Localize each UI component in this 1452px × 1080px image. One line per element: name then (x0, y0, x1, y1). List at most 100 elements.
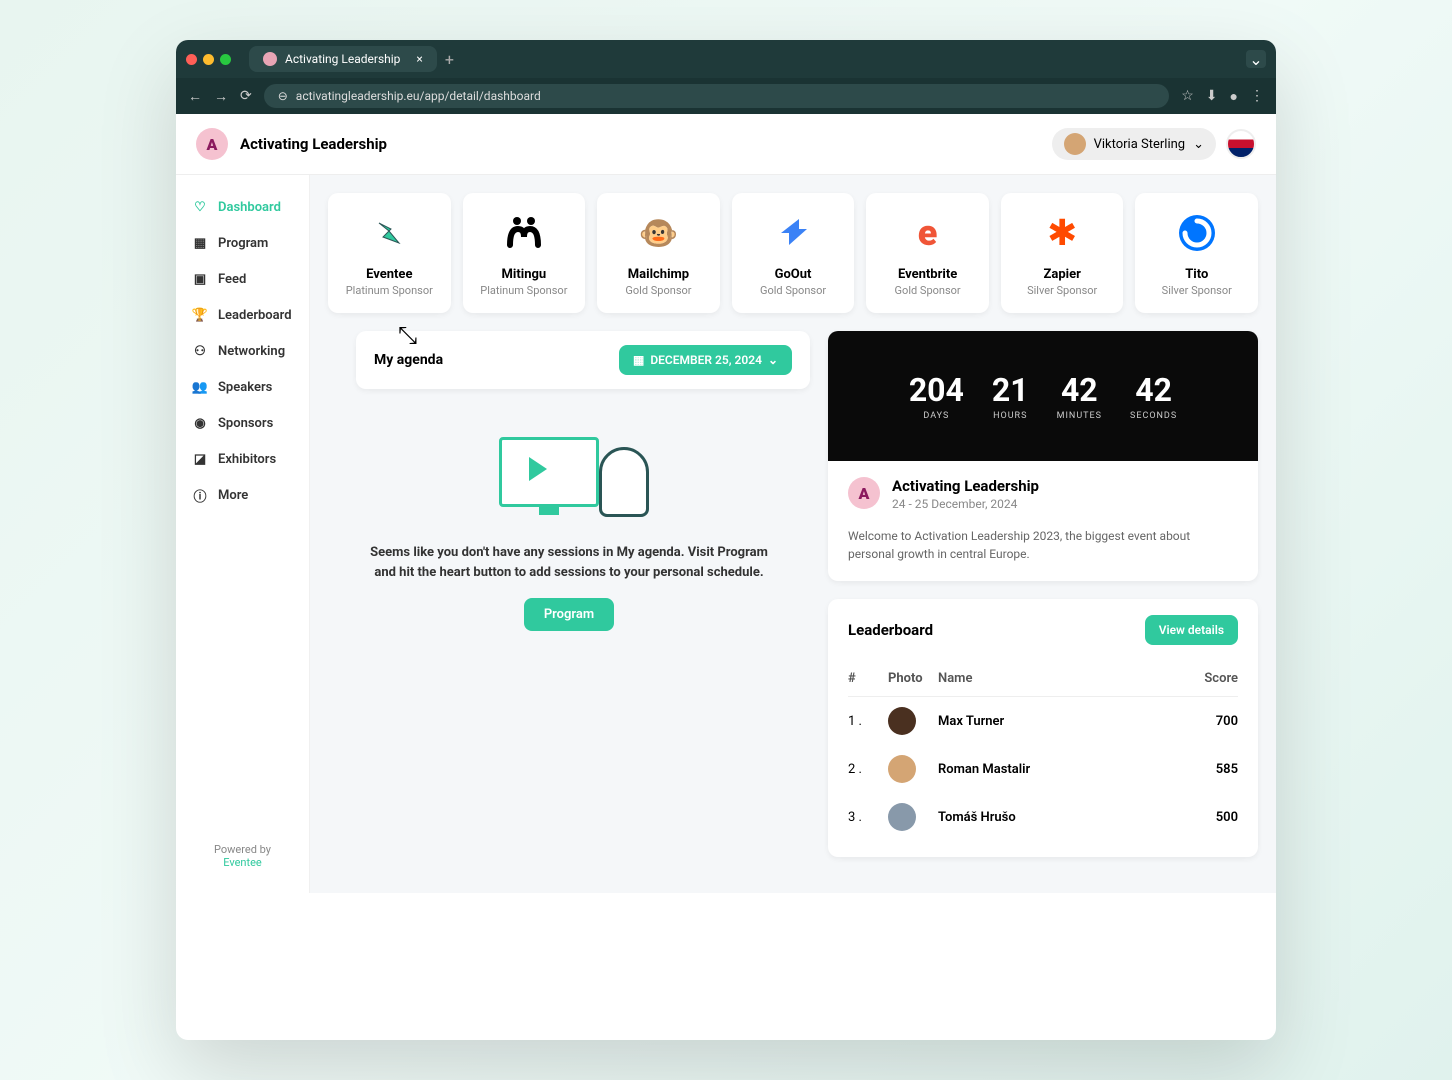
sponsors-icon: ◉ (192, 415, 208, 431)
sponsor-name: Mitingu (471, 267, 578, 282)
program-button[interactable]: Program (524, 598, 614, 631)
sponsor-card[interactable]: e Eventbrite Gold Sponsor (866, 193, 989, 313)
user-name: Viktoria Sterling (1094, 137, 1186, 152)
feed-icon: ▣ (192, 271, 208, 287)
sponsor-tier: Gold Sponsor (740, 284, 847, 297)
reload-button[interactable]: ⟳ (240, 88, 252, 104)
sidebar-item-label: Feed (218, 272, 246, 287)
sponsor-tier: Gold Sponsor (605, 284, 712, 297)
sidebar-item-label: Exhibitors (218, 452, 276, 467)
event-title: Activating Leadership (892, 477, 1039, 495)
sidebar-item-leaderboard[interactable]: 🏆 Leaderboard (184, 297, 301, 333)
forward-button[interactable]: → (214, 88, 228, 105)
profile-icon[interactable]: ● (1230, 88, 1238, 105)
language-selector[interactable] (1226, 129, 1256, 159)
countdown-banner: 204DAYS 21HOURS 42MINUTES 42SECONDS (828, 331, 1258, 461)
sidebar-item-label: Program (218, 236, 268, 251)
site-info-icon[interactable]: ⊖ (278, 89, 288, 103)
tabs-dropdown-icon[interactable]: ⌄ (1246, 50, 1266, 68)
sponsor-logo-eventbrite: e (874, 209, 981, 257)
url-text: activatingleadership.eu/app/detail/dashb… (296, 89, 541, 103)
sidebar-item-sponsors[interactable]: ◉ Sponsors (184, 405, 301, 441)
avatar (888, 707, 916, 735)
col-name: Name (938, 671, 1178, 686)
agenda-title: My agenda (374, 352, 443, 368)
col-rank: # (848, 671, 888, 686)
leaderboard-row[interactable]: 1 . Max Turner 700 (848, 697, 1238, 745)
close-tab-icon[interactable]: × (416, 52, 422, 66)
sponsor-tier: Platinum Sponsor (471, 284, 578, 297)
event-description: Welcome to Activation Leadership 2023, t… (828, 527, 1258, 581)
chevron-down-icon: ⌄ (1193, 137, 1204, 152)
powered-by-link[interactable]: Eventee (223, 856, 262, 869)
window-minimize[interactable] (203, 54, 214, 65)
empty-state-text: Seems like you don't have any sessions i… (358, 543, 780, 582)
chevron-down-icon: ⌄ (768, 353, 778, 367)
leaderboard-row[interactable]: 3 . Tomáš Hrušo 500 (848, 793, 1238, 841)
avatar (888, 755, 916, 783)
date-label: DECEMBER 25, 2024 (650, 353, 762, 367)
sidebar-item-networking[interactable]: ⚇ Networking (184, 333, 301, 369)
sidebar-item-label: Networking (218, 344, 285, 359)
col-score: Score (1178, 671, 1238, 686)
back-button[interactable]: ← (188, 88, 202, 105)
sidebar-item-label: Leaderboard (218, 308, 292, 323)
menu-icon[interactable]: ⋮ (1250, 88, 1264, 104)
sponsor-card[interactable]: Tito Silver Sponsor (1135, 193, 1258, 313)
leaderboard-title: Leaderboard (848, 621, 933, 639)
countdown-days: 204 (909, 371, 964, 409)
event-date: 24 - 25 December, 2024 (892, 497, 1039, 511)
browser-tab[interactable]: Activating Leadership × (249, 46, 437, 72)
sidebar-item-label: Sponsors (218, 416, 273, 431)
date-picker-button[interactable]: ▦ DECEMBER 25, 2024 ⌄ (619, 345, 792, 375)
heart-icon: ♡ (192, 199, 208, 215)
sponsor-tier: Gold Sponsor (874, 284, 981, 297)
user-menu[interactable]: Viktoria Sterling ⌄ (1052, 128, 1216, 160)
people-icon: ⚇ (192, 343, 208, 359)
new-tab-button[interactable]: + (445, 50, 454, 69)
app-logo: A (196, 128, 228, 160)
sidebar-item-dashboard[interactable]: ♡ Dashboard (184, 189, 301, 225)
leaderboard-row[interactable]: 2 . Roman Mastalir 585 (848, 745, 1238, 793)
sponsor-card[interactable]: Mitingu Platinum Sponsor (463, 193, 586, 313)
sidebar-item-more[interactable]: ⓘ More (184, 477, 301, 513)
sponsor-name: Mailchimp (605, 267, 712, 282)
sponsor-logo-tito (1143, 209, 1250, 257)
sponsor-tier: Silver Sponsor (1143, 284, 1250, 297)
sidebar-item-exhibitors[interactable]: ◪ Exhibitors (184, 441, 301, 477)
sponsor-logo-mitingu (471, 209, 578, 257)
avatar (888, 803, 916, 831)
sponsor-name: GoOut (740, 267, 847, 282)
sidebar-item-program[interactable]: ▦ Program (184, 225, 301, 261)
sponsor-tier: Platinum Sponsor (336, 284, 443, 297)
sponsor-name: Zapier (1009, 267, 1116, 282)
speakers-icon: 👥 (192, 379, 208, 395)
tab-title: Activating Leadership (285, 52, 400, 66)
address-bar[interactable]: ⊖ activatingleadership.eu/app/detail/das… (264, 84, 1170, 108)
sidebar-item-feed[interactable]: ▣ Feed (184, 261, 301, 297)
sponsor-card[interactable]: Eventee Platinum Sponsor (328, 193, 451, 313)
sidebar-item-speakers[interactable]: 👥 Speakers (184, 369, 301, 405)
view-details-button[interactable]: View details (1145, 615, 1238, 645)
sponsor-logo-eventee (336, 209, 443, 257)
sponsor-card[interactable]: ✱ Zapier Silver Sponsor (1001, 193, 1124, 313)
sponsor-card[interactable]: 🐵 Mailchimp Gold Sponsor (597, 193, 720, 313)
download-icon[interactable]: ⬇ (1206, 88, 1218, 104)
sponsor-card[interactable]: GoOut Gold Sponsor (732, 193, 855, 313)
user-avatar (1064, 133, 1086, 155)
window-maximize[interactable] (220, 54, 231, 65)
bookmark-icon[interactable]: ☆ (1181, 88, 1194, 104)
exhibitors-icon: ◪ (192, 451, 208, 467)
calendar-icon: ▦ (633, 353, 644, 367)
sponsor-logo-mailchimp: 🐵 (605, 209, 712, 257)
tab-favicon (263, 52, 277, 66)
col-photo: Photo (888, 671, 938, 686)
countdown-hours: 21 (992, 371, 1029, 409)
calendar-icon: ▦ (192, 235, 208, 251)
sponsor-name: Tito (1143, 267, 1250, 282)
countdown-seconds: 42 (1130, 371, 1177, 409)
app-title: Activating Leadership (240, 135, 387, 153)
window-close[interactable] (186, 54, 197, 65)
sponsor-logo-goout (740, 209, 847, 257)
sponsor-logo-zapier: ✱ (1009, 209, 1116, 257)
